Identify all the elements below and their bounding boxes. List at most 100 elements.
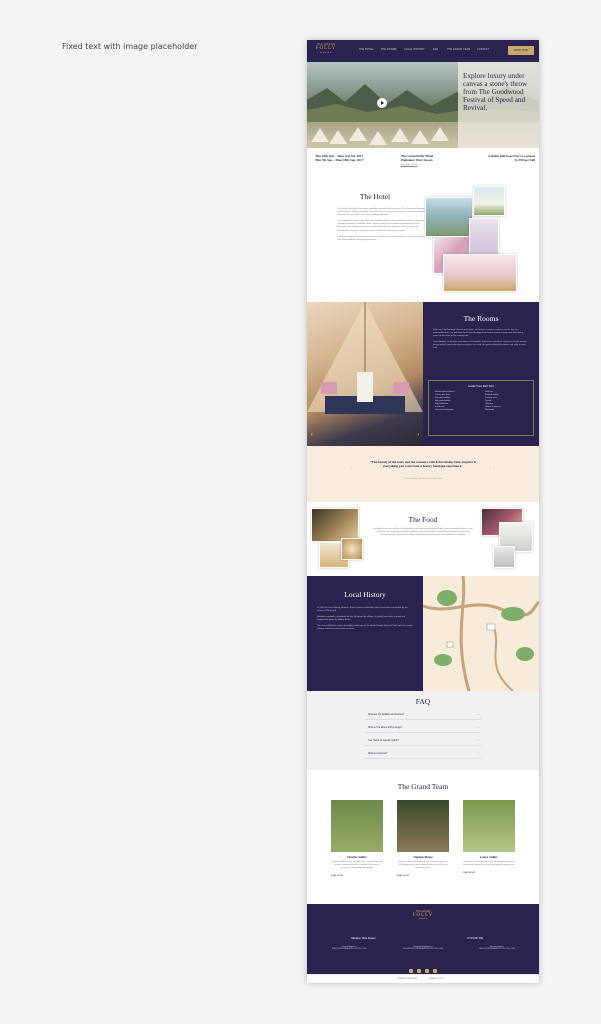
food-title: The Food [408, 515, 438, 524]
quote-text: "The beauty of the tents and the romance… [369, 460, 477, 469]
nav-item-history[interactable]: LOCAL HISTORY [404, 49, 425, 51]
hero-title: Explore luxury under canvas a stone's th… [463, 72, 528, 113]
map-illustration [423, 576, 539, 691]
hotel-text: The Grand Folly Hotel has been specially… [337, 208, 427, 242]
tent-shape [311, 128, 329, 142]
history-title: Local History [344, 590, 386, 599]
nav-item-team[interactable]: THE GRAND TEAM [447, 49, 470, 51]
footer-phone[interactable]: 07715 257 460 [467, 937, 483, 940]
logo-stars: ★★★★★ [320, 52, 332, 54]
nav-item-hotel[interactable]: THE HOTEL [359, 49, 374, 51]
team-member-card: Laura Audley Laura has a background in i… [463, 800, 515, 874]
footer-contact: Accommodation HELLO@THEGRANDFOLLYHOTEL.C… [469, 946, 525, 950]
illustrated-map[interactable] [423, 576, 539, 691]
hotel-paragraph: Local landowner and racing enthusiast St… [337, 220, 425, 232]
footer-bottom-bar: TERMS & CONDITIONS PRIVACY POLICY [307, 974, 539, 983]
footer-logo: THE GRAND FOLLY ★★★★★ [412, 910, 434, 920]
website-mockup: THE GRAND FOLLY ★★★★★ THE HOTEL THE ROOM… [307, 40, 539, 983]
play-video-icon[interactable] [377, 98, 387, 108]
faq-section: FAQ What are the facilities and luxuries… [307, 691, 539, 770]
hero-banner: Explore luxury under canvas a stone's th… [307, 62, 539, 148]
member-name: Laura Audley [480, 855, 498, 859]
twitter-icon[interactable] [417, 969, 421, 973]
contact-email[interactable]: INFO@THEGRANDFOLLYHOTEL.COM [321, 948, 377, 950]
prev-arrow-icon[interactable]: ‹ [311, 432, 313, 438]
read-more-link[interactable]: READ MORE [397, 875, 449, 877]
tent-shape [411, 130, 429, 144]
read-more-link[interactable]: READ MORE [331, 875, 383, 877]
date-line-2: Thu 7th Sep – Mon 18th Sep, 2017 [315, 158, 364, 163]
offer-block: 4 nights half board for two guests £1,39… [467, 154, 535, 163]
tent-interior-illustration [307, 302, 423, 414]
terms-link[interactable]: TERMS & CONDITIONS [397, 978, 417, 980]
member-bio: Laura has a background in interior desig… [463, 861, 515, 867]
nav-item-contact[interactable]: CONTACT [477, 49, 489, 51]
local-history-panel: Local History In 1635 Sir John Morley, B… [307, 576, 423, 691]
privacy-link[interactable]: PRIVACY POLICY [429, 978, 444, 980]
footer-contact: General Enquiries INFO@THEGRANDFOLLYHOTE… [321, 946, 377, 950]
testimonial: ‹ "The beauty of the tents and the roman… [307, 446, 539, 502]
avatar [331, 800, 383, 852]
team-title: The Grand Team [397, 782, 449, 791]
rooms-title: The Rooms [463, 314, 499, 323]
tent-shape [369, 131, 387, 145]
facebook-icon[interactable] [409, 969, 413, 973]
bell-tent-box: Inside Your Bell Tent Hand-made mattress… [428, 380, 534, 436]
bell-tent-title: Inside Your Bell Tent [468, 384, 494, 388]
faq-item[interactable]: Can I book for specific nights? [365, 737, 481, 746]
brand-logo[interactable]: THE GRAND FOLLY ★★★★★ [315, 43, 337, 59]
hotel-paragraph: The Grand Folly Hotel has been specially… [337, 208, 426, 217]
food-paragraph: Included in the rate will be a full brea… [373, 528, 473, 537]
nav-item-faq[interactable]: FAQ [433, 49, 438, 51]
footer: THE GRAND FOLLY ★★★★★ Halnaker, West Sus… [307, 904, 539, 974]
venue-block: The Grand Folly Hotel Halnaker, West Sus… [401, 154, 461, 167]
rooms-paragraph: While we hold heritage close to our hear… [433, 329, 524, 338]
list-item: Wardrobe [485, 409, 495, 411]
bell-list-right: Lanterns Bedside tables Seating area Tow… [485, 391, 501, 412]
see-map-link[interactable]: SEE MAP HERE [401, 163, 461, 167]
dates-block: Thu 29th Jun – Mon 3rd Jul, 2017 Thu 7th… [315, 154, 385, 163]
rooms-photo: ‹ › [307, 302, 423, 446]
next-arrow-icon[interactable]: › [417, 432, 419, 438]
hotel-photo-decor [469, 218, 499, 256]
list-item: Daily housekeeping [435, 409, 454, 411]
youtube-icon[interactable] [433, 969, 437, 973]
hotel-title: The Hotel [359, 192, 391, 201]
tent-shape [349, 127, 367, 141]
hotel-paragraph: Traditional lodging, delicious meals sou… [337, 235, 425, 241]
read-more-link[interactable]: READ MORE [463, 872, 515, 874]
offer-price: £1,399 per bell [514, 158, 535, 163]
faq-item[interactable]: What are the facilities and luxuries? [365, 711, 481, 720]
faq-item[interactable]: What is a bell tent? [365, 750, 481, 759]
quote-next-icon[interactable]: › [493, 466, 495, 472]
contact-email[interactable]: HELLO@THEGRANDFOLLYHOTEL.COM [469, 948, 525, 950]
hotel-photo-lounge [443, 254, 517, 292]
food-photo-plate [341, 538, 363, 560]
book-now-button[interactable]: BOOK NOW [508, 46, 534, 55]
food-photo-bread [311, 508, 359, 542]
member-bio: Stephen owns the land and has a long his… [398, 861, 448, 870]
history-paragraph: In 1635 Sir John Morley, Baronet, built … [317, 607, 408, 613]
quote-author: — Laura Audley, Founder of Portobello Te… [403, 478, 443, 480]
food-section: The Food Included in the rate will be a … [307, 502, 539, 576]
instagram-icon[interactable] [425, 969, 429, 973]
page-caption: Fixed text with image placeholder [62, 42, 198, 51]
contact-email[interactable]: BOOKINGS@THEGRANDFOLLYHOTEL.COM [395, 948, 451, 950]
avatar [463, 800, 515, 852]
food-photo-cutlery [493, 546, 515, 568]
member-bio: Charles Audley is the founder of the Tec… [331, 861, 383, 870]
footer-contact: Bookings/Registrations BOOKINGS@THEGRAND… [395, 946, 451, 950]
quote-prev-icon[interactable]: ‹ [351, 466, 353, 472]
nav-item-rooms[interactable]: THE ROOMS [381, 49, 397, 51]
team-member-card: Charles Audley Charles Audley is the fou… [331, 800, 383, 877]
bell-list-left: Hand-made mattress Luxury bed linen Scen… [435, 391, 454, 412]
footer-address: Halnaker, West Sussex [351, 937, 376, 940]
rooms-paragraph: Laura Audley, co-founder and owner of Po… [433, 341, 527, 350]
tent-shape [391, 128, 409, 142]
faq-item[interactable]: What is The Grand Folly Lounge? [365, 724, 481, 733]
history-paragraph: The Grand Folly lies within the rolling … [317, 625, 413, 631]
tent-shape [431, 127, 449, 141]
faq-title: FAQ [415, 697, 431, 706]
history-paragraph: Halnaker windmill, a landmark on the hil… [317, 616, 406, 622]
member-name: Stephen Moore [413, 855, 433, 859]
